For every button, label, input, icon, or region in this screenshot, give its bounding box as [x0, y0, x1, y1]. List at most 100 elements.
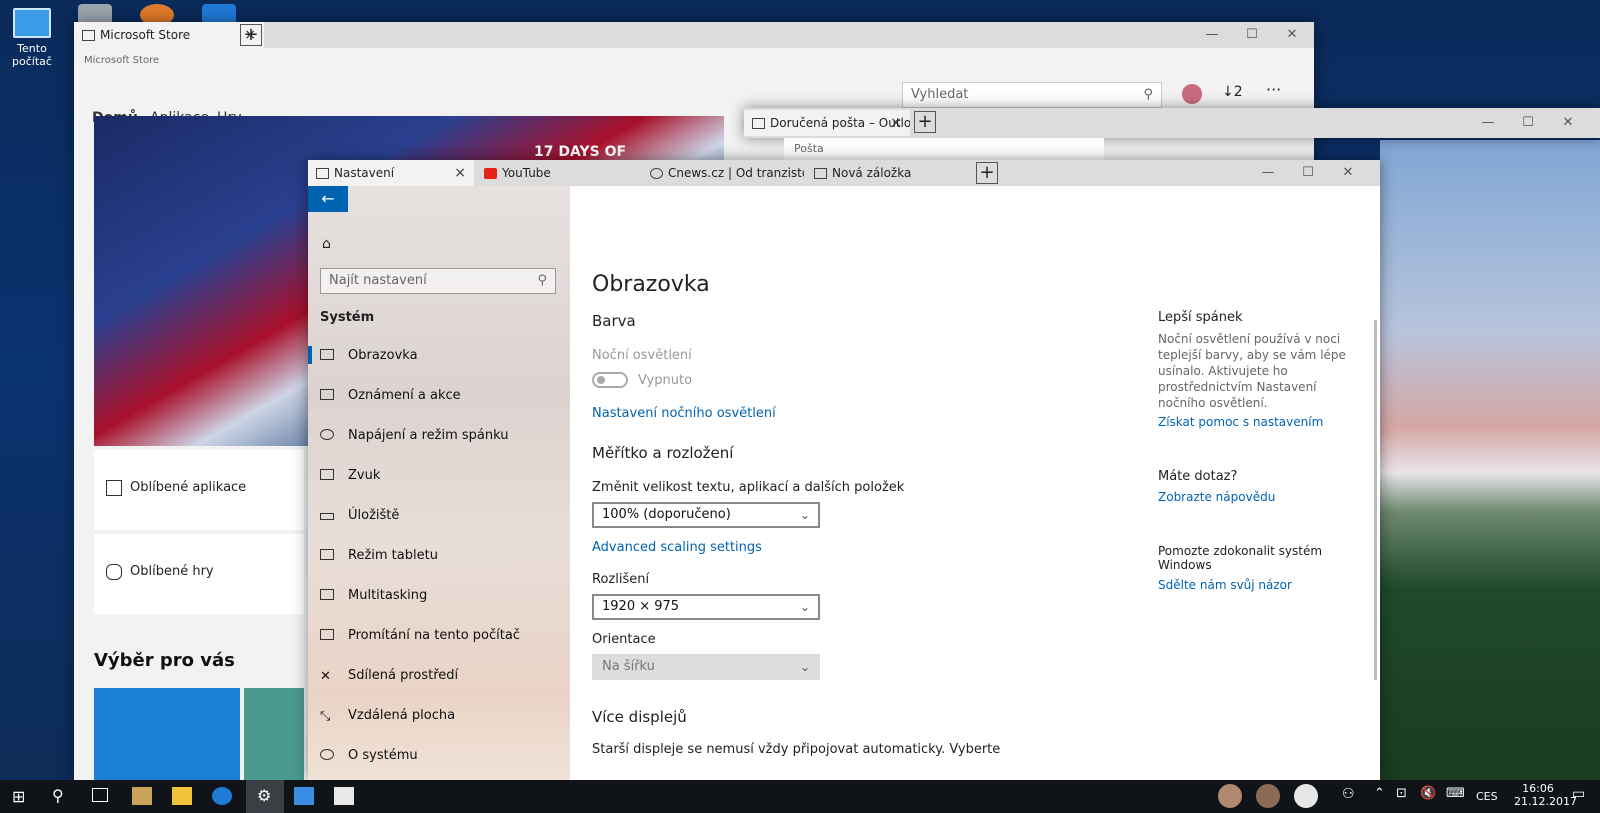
edge-icon[interactable]	[212, 787, 232, 805]
search-icon[interactable]: ⚲	[52, 786, 64, 805]
start-icon[interactable]: ⊞	[12, 787, 25, 806]
sidebar-item-about[interactable]: O systému	[320, 746, 418, 766]
tab-youtube[interactable]: YouTube	[476, 160, 640, 186]
dropdown-value: Na šířku	[602, 659, 655, 674]
close-tab-icon[interactable]: ×	[454, 160, 466, 186]
new-tab-button[interactable]: +	[976, 162, 998, 184]
language-indicator[interactable]: CES	[1476, 790, 1498, 803]
volume-icon[interactable]: 🔇	[1420, 786, 1436, 801]
sidebar-item-power[interactable]: Napájení a režim spánku	[320, 426, 509, 446]
minimize-button[interactable]: —	[1248, 160, 1288, 186]
people-avatar-2[interactable]	[1256, 784, 1280, 808]
sidebar-item-label: Vzdálená plocha	[348, 708, 456, 723]
close-tab-icon[interactable]: ×	[890, 110, 902, 136]
mail-window: Doručená pošta – Outlo × + — ☐ ✕	[744, 108, 1600, 138]
download-icon: ↓	[1222, 84, 1234, 100]
color-heading: Barva	[592, 312, 636, 330]
tab-label: Cnews.cz | Od tranzistorů až	[668, 166, 804, 180]
tab-mail[interactable]: Doručená pošta – Outlo ×	[744, 110, 910, 136]
orientation-label: Orientace	[592, 632, 656, 647]
action-center-icon[interactable]: ▭	[1572, 786, 1585, 802]
shared-icon: ✕	[320, 669, 331, 684]
sidebar-item-notifications[interactable]: Oznámení a akce	[320, 386, 461, 406]
feedback-link[interactable]: Sdělte nám svůj názor	[1158, 578, 1358, 592]
sidebar-item-label: Promítání na tento počítač	[348, 628, 520, 643]
sleep-help-link[interactable]: Získat pomoc s nastavením	[1158, 415, 1358, 429]
night-light-settings-link[interactable]: Nastavení nočního osvětlení	[592, 406, 776, 421]
dropdown-value: 100% (doporučeno)	[602, 507, 731, 522]
settings-tabstrip: Nastavení × YouTube Cnews.cz | Od tranzi…	[308, 160, 1380, 186]
sidebar-item-tablet[interactable]: Režim tabletu	[320, 546, 438, 566]
sidebar-item-projecting[interactable]: Promítání na tento počítač	[320, 626, 520, 646]
help-link[interactable]: Zobrazte nápovědu	[1158, 490, 1358, 504]
sleep-title: Lepší spánek	[1158, 310, 1243, 325]
sidebar-item-storage[interactable]: Úložiště	[320, 506, 399, 526]
sidebar-item-sound[interactable]: Zvuk	[320, 466, 380, 486]
card-favorite-apps[interactable]: Oblíbené aplikace	[94, 450, 304, 530]
downloads-button[interactable]: ↓2	[1222, 84, 1243, 100]
site-icon	[650, 168, 663, 179]
task-view-icon[interactable]	[92, 788, 108, 802]
mail-icon[interactable]	[334, 787, 354, 805]
chevron-up-icon[interactable]: ⌃	[1374, 786, 1385, 801]
home-icon[interactable]: ⌂	[322, 236, 331, 252]
people-avatar-3[interactable]	[1294, 784, 1318, 808]
advanced-scaling-link[interactable]: Advanced scaling settings	[592, 540, 762, 555]
tab-microsoft-store[interactable]: Microsoft Store ×	[74, 22, 264, 48]
settings-taskbar-button[interactable]: ⚙	[246, 780, 284, 813]
search-icon[interactable]: ⚲	[1143, 83, 1153, 107]
store-search-input[interactable]: Vyhledat ⚲	[902, 82, 1162, 108]
sidebar-item-multitasking[interactable]: Multitasking	[320, 586, 427, 606]
people-icon[interactable]: ⚇	[1342, 786, 1355, 802]
tab-cnews[interactable]: Cnews.cz | Od tranzistorů až	[642, 160, 804, 186]
gear-icon: ⚙	[257, 786, 272, 805]
avatar[interactable]	[1182, 84, 1202, 104]
maximize-button[interactable]: ☐	[1288, 160, 1328, 186]
settings-search-input[interactable]: Najít nastavení ⚲	[320, 268, 556, 294]
scale-dropdown[interactable]: 100% (doporučeno) ⌄	[592, 502, 820, 528]
night-light-toggle[interactable]	[592, 372, 628, 388]
new-tab-button[interactable]: +	[914, 111, 936, 133]
people-avatar-1[interactable]	[1218, 784, 1242, 808]
minimize-button[interactable]: —	[1468, 110, 1508, 136]
info-icon	[320, 749, 334, 760]
app-icon[interactable]	[132, 787, 152, 805]
sidebar-item-remote[interactable]: ⤡ Vzdálená plocha	[320, 706, 455, 726]
keyboard-icon[interactable]: ⌨	[1446, 786, 1465, 801]
sleep-text: Noční osvětlení používá v noci teplejší …	[1158, 332, 1346, 410]
tab-label: Nastavení	[334, 166, 395, 180]
section-title: Výběr pro vás	[94, 650, 235, 671]
file-explorer-icon[interactable]	[172, 787, 192, 805]
desktop-icon-label: Tento počítač	[12, 42, 52, 68]
multitasking-icon	[320, 589, 334, 600]
close-button[interactable]: ✕	[1272, 22, 1312, 48]
date: 21.12.2017	[1514, 795, 1577, 808]
close-button[interactable]: ✕	[1328, 160, 1368, 186]
desktop-icon-this-pc[interactable]: Tento počítač	[0, 8, 64, 68]
network-icon[interactable]: ⊡	[1396, 786, 1407, 801]
scrollbar[interactable]	[1374, 320, 1377, 680]
tab-label: Nová záložka	[832, 166, 912, 180]
pick-tile-2[interactable]	[244, 688, 304, 780]
more-button[interactable]: ···	[1266, 80, 1281, 99]
maximize-button[interactable]: ☐	[1232, 22, 1272, 48]
pick-tile-1[interactable]	[94, 688, 240, 780]
minimize-button[interactable]: —	[1192, 22, 1232, 48]
resolution-dropdown[interactable]: 1920 × 975 ⌄	[592, 594, 820, 620]
tab-settings[interactable]: Nastavení ×	[308, 160, 474, 186]
sidebar-item-display[interactable]: Obrazovka	[320, 346, 418, 366]
maximize-button[interactable]: ☐	[1508, 110, 1548, 136]
selection-indicator	[308, 346, 312, 364]
nav-group-title: Systém	[320, 310, 375, 325]
search-placeholder: Vyhledat	[911, 87, 969, 102]
search-icon[interactable]: ⚲	[537, 269, 547, 293]
clock[interactable]: 16:06 21.12.2017	[1514, 782, 1577, 808]
new-tab-button[interactable]: +	[240, 24, 262, 46]
sidebar-item-shared[interactable]: ✕ Sdílená prostředí	[320, 666, 458, 686]
card-favorite-games[interactable]: Oblíbené hry	[94, 534, 304, 614]
gamepad-icon	[106, 564, 122, 580]
tab-new[interactable]: Nová záložka	[806, 160, 970, 186]
back-button[interactable]: ←	[308, 186, 348, 212]
close-button[interactable]: ✕	[1548, 110, 1588, 136]
store-icon[interactable]	[294, 787, 314, 805]
